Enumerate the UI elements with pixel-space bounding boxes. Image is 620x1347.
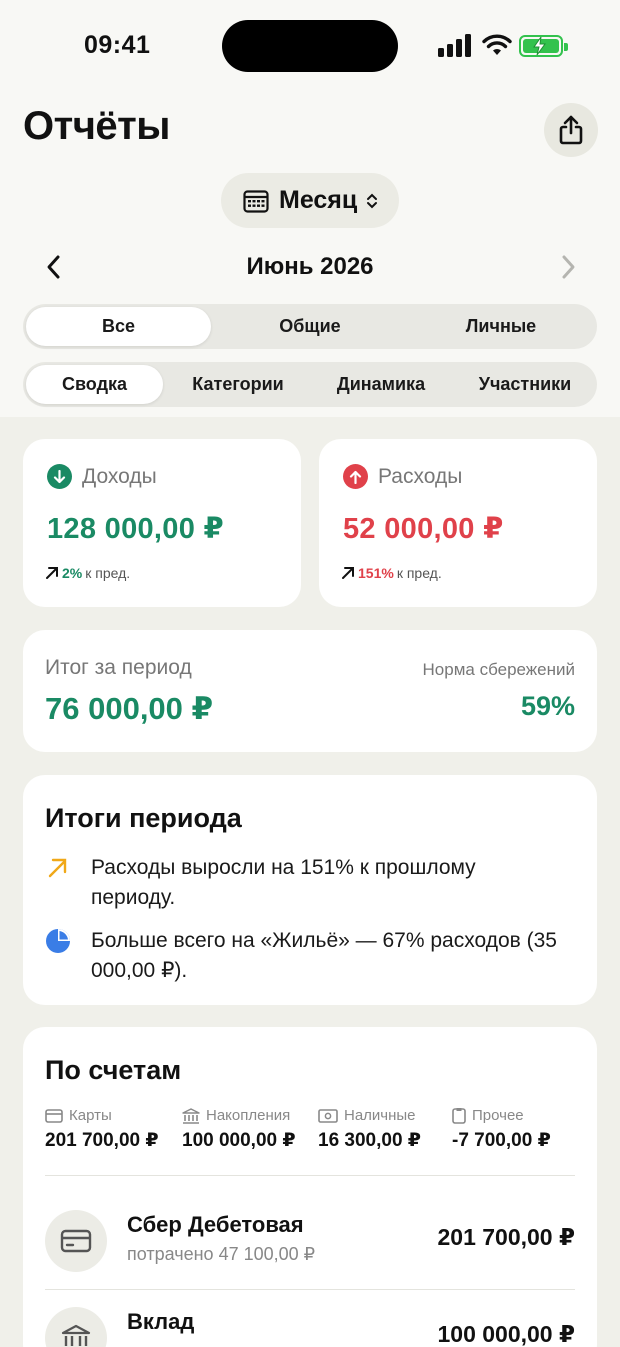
- account-amount: 100 000,00 ₽: [437, 1321, 575, 1347]
- income-card[interactable]: Доходы 128 000,00 ₽ 2% к пред.: [23, 439, 301, 607]
- insights-title: Итоги периода: [45, 803, 242, 833]
- cash-icon: [318, 1108, 338, 1123]
- income-delta-pct: 2%: [62, 565, 83, 581]
- insight-item: Расходы выросли на 151% к прошлому перио…: [45, 853, 565, 913]
- expense-amount: 52 000,00 ₽: [343, 513, 504, 545]
- signal-icon: [438, 33, 472, 57]
- tab-categories[interactable]: Категории: [168, 365, 308, 404]
- period-select-label: Месяц: [279, 186, 358, 214]
- summary-savings-value: 100 000,00 ₽: [182, 1130, 296, 1151]
- tab-summary[interactable]: Сводка: [26, 365, 163, 404]
- page-title: Отчёты: [23, 104, 170, 148]
- tab-participants[interactable]: Участники: [455, 365, 595, 404]
- share-button[interactable]: [544, 103, 598, 157]
- pie-chart-icon: [46, 929, 70, 953]
- summary-other-label: Прочее: [472, 1107, 524, 1124]
- total-label: Итог за период: [45, 656, 192, 679]
- bank-icon: [182, 1107, 200, 1124]
- note-icon: [452, 1108, 466, 1124]
- insight-text: Расходы выросли на 151% к прошлому перио…: [91, 856, 476, 909]
- scope-tabs: Все Общие Личные: [23, 304, 597, 349]
- wifi-icon: [482, 34, 512, 55]
- summary-cash: Наличные 16 300,00 ₽: [318, 1107, 421, 1152]
- summary-cards-value: 201 700,00 ₽: [45, 1130, 159, 1151]
- summary-savings: Накопления 100 000,00 ₽: [182, 1107, 296, 1152]
- account-name: Сбер Дебетовая: [127, 1212, 304, 1237]
- bank-icon: [45, 1307, 107, 1347]
- month-navigator: Июнь 2026: [0, 245, 620, 289]
- summary-cash-value: 16 300,00 ₽: [318, 1130, 422, 1151]
- view-tabs: Сводка Категории Динамика Участники: [23, 362, 597, 407]
- expense-delta-suffix: к пред.: [396, 565, 442, 581]
- battery-icon: [519, 35, 563, 57]
- card-icon: [45, 1108, 63, 1123]
- summary-other-value: -7 700,00 ₽: [452, 1130, 551, 1151]
- status-icons: [438, 33, 568, 59]
- account-name: Вклад: [127, 1309, 195, 1334]
- income-title: Доходы: [82, 464, 157, 488]
- battery-cap: [564, 43, 568, 51]
- accounts-card: По счетам Карты 201 700,00 ₽ Накопления …: [23, 1027, 597, 1347]
- tab-personal[interactable]: Личные: [407, 307, 595, 346]
- expense-delta-pct: 151%: [358, 565, 394, 581]
- total-amount: 76 000,00 ₽: [45, 691, 214, 726]
- dynamic-island: [222, 20, 398, 72]
- insight-text: Больше всего на «Жильё» — 67% расходов (…: [91, 929, 557, 982]
- income-delta-suffix: к пред.: [85, 565, 131, 581]
- accounts-summary: Карты 201 700,00 ₽ Накопления 100 000,00…: [45, 1107, 575, 1157]
- status-time: 09:41: [84, 31, 151, 59]
- tab-all[interactable]: Все: [26, 307, 211, 346]
- chevron-right-icon[interactable]: [552, 251, 582, 283]
- arrow-up-right-icon: [46, 567, 58, 579]
- expense-title: Расходы: [378, 464, 463, 488]
- accounts-title: По счетам: [45, 1055, 182, 1085]
- savings-rate-label: Норма сбережений: [422, 660, 575, 679]
- income-amount: 128 000,00 ₽: [47, 513, 224, 545]
- expense-card[interactable]: Расходы 52 000,00 ₽ 151% к пред.: [319, 439, 597, 607]
- card-icon: [45, 1210, 107, 1272]
- divider: [45, 1175, 575, 1176]
- period-select[interactable]: Месяц: [221, 173, 399, 228]
- insights-card: Итоги периода Расходы выросли на 151% к …: [23, 775, 597, 1005]
- tab-dynamics[interactable]: Динамика: [311, 365, 451, 404]
- account-row[interactable]: Вклад 100 000,00 ₽: [45, 1307, 575, 1347]
- summary-other: Прочее -7 700,00 ₽: [452, 1107, 551, 1152]
- savings-rate-value: 59%: [520, 691, 575, 721]
- month-label: Июнь 2026: [246, 253, 374, 280]
- summary-cards-label: Карты: [69, 1107, 112, 1124]
- account-spent: потрачено 47 100,00 ₽: [127, 1244, 316, 1264]
- account-amount: 201 700,00 ₽: [437, 1224, 575, 1250]
- arrow-up-circle-icon: [343, 464, 368, 489]
- arrow-up-right-icon: [342, 567, 354, 579]
- arrow-down-circle-icon: [47, 464, 72, 489]
- share-icon: [559, 115, 583, 145]
- arrow-up-right-icon: [48, 858, 67, 878]
- summary-cards: Карты 201 700,00 ₽: [45, 1107, 159, 1152]
- tab-shared[interactable]: Общие: [215, 307, 405, 346]
- summary-savings-label: Накопления: [206, 1107, 291, 1124]
- divider: [45, 1289, 575, 1290]
- chevron-up-down-icon: [367, 193, 378, 208]
- status-bar: 09:41: [0, 0, 620, 90]
- calendar-icon: [243, 189, 269, 213]
- account-row[interactable]: Сбер Дебетовая потрачено 47 100,00 ₽ 201…: [45, 1210, 575, 1290]
- summary-cash-label: Наличные: [344, 1107, 416, 1124]
- insight-item: Больше всего на «Жильё» — 67% расходов (…: [45, 926, 565, 986]
- period-total-card: Итог за период 76 000,00 ₽ Норма сбереже…: [23, 630, 597, 752]
